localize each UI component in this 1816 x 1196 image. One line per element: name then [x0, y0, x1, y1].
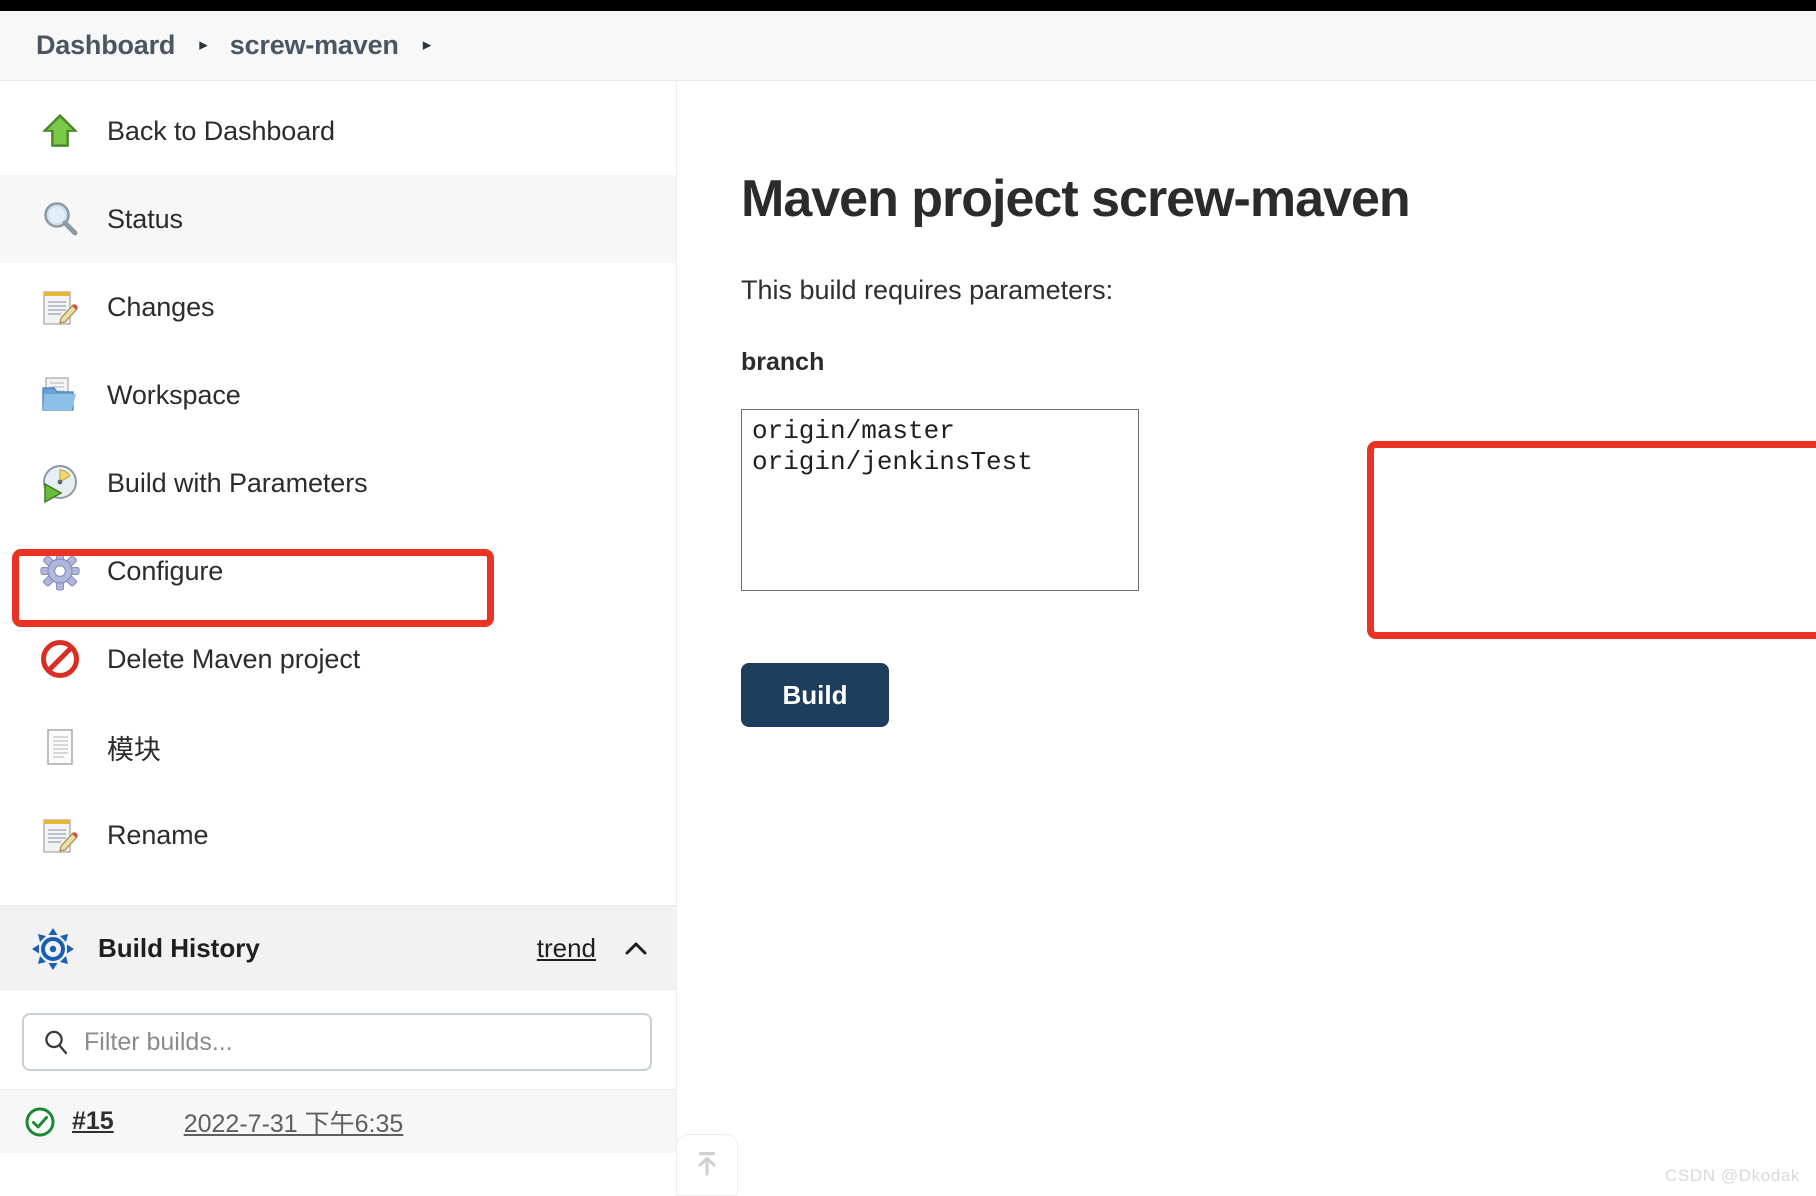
branch-select-listbox[interactable]: origin/master origin/jenkinsTest [741, 409, 1139, 591]
sidebar-item-workspace[interactable]: Workspace [0, 351, 676, 439]
notepad-pencil-icon [38, 813, 82, 857]
build-button[interactable]: Build [741, 663, 889, 727]
breadcrumb-dropdown-icon[interactable]: ▸ [399, 36, 454, 53]
build-history-title: Build History [98, 933, 260, 963]
parameter-block: branch origin/master origin/jenkinsTest [741, 348, 1816, 591]
jenkins-weather-icon [30, 926, 76, 972]
main-content: Maven project screw-maven This build req… [677, 81, 1816, 1196]
sidebar-item-label: Status [107, 203, 183, 234]
build-filter-wrapper [0, 991, 676, 1089]
sidebar-item-label: 模块 [107, 734, 161, 765]
breadcrumb-separator-icon: ▸ [199, 35, 208, 54]
build-history-trend-link[interactable]: trend [537, 933, 596, 964]
sidebar-item-status[interactable]: Status [0, 175, 676, 263]
document-icon [38, 725, 82, 769]
sidebar-item-label: Back to Dashboard [107, 115, 335, 146]
branch-option[interactable]: origin/master [746, 416, 1138, 447]
build-history-header: Build History trend [0, 905, 676, 991]
check-circle-icon [24, 1106, 56, 1138]
sidebar-item-configure[interactable]: Configure [0, 527, 676, 615]
magnifier-icon [38, 197, 82, 241]
sidebar-item-build-with-parameters[interactable]: Build with Parameters [0, 439, 676, 527]
sidebar-item-label: Configure [107, 555, 224, 586]
scroll-to-top-button[interactable] [676, 1134, 738, 1196]
filter-builds-input[interactable] [84, 1027, 632, 1057]
watermark: CSDN @Dkodak [1665, 1166, 1800, 1185]
chevron-up-icon[interactable] [622, 935, 650, 963]
search-icon [42, 1028, 70, 1056]
sidebar-item-label: Rename [107, 819, 209, 850]
no-entry-icon [38, 637, 82, 681]
build-filter-box[interactable] [22, 1013, 652, 1071]
gear-icon [38, 549, 82, 593]
build-history-row[interactable]: #15 2022-7-31 下午6:35 [0, 1089, 676, 1153]
sidebar-item-delete-maven-project[interactable]: Delete Maven project [0, 615, 676, 703]
requires-parameters-text: This build requires parameters: [741, 275, 1114, 305]
sidebar-item-rename[interactable]: Rename [0, 791, 676, 879]
sidebar-item-label: Changes [107, 291, 215, 322]
notepad-pencil-icon [38, 285, 82, 329]
sidebar-item-label: Delete Maven project [107, 643, 361, 674]
breadcrumb: Dashboard ▸ screw-maven ▸ [0, 11, 1816, 81]
sidebar-item-label: Workspace [107, 379, 241, 410]
build-number-link[interactable]: #15 [72, 1107, 114, 1136]
sidebar-item-changes[interactable]: Changes [0, 263, 676, 351]
sidebar-item-back-to-dashboard[interactable]: Back to Dashboard [0, 87, 676, 175]
parameter-label-branch: branch [741, 348, 825, 376]
top-black-bar [0, 0, 1816, 11]
breadcrumb-item-dashboard[interactable]: Dashboard [36, 30, 175, 61]
clock-play-icon [38, 461, 82, 505]
breadcrumb-item-screw-maven[interactable]: screw-maven [230, 30, 399, 61]
task-list: Back to Dashboard Status Changes Workspa… [0, 81, 676, 879]
branch-option[interactable]: origin/jenkinsTest [746, 447, 1138, 478]
sidebar-item-label: Build with Parameters [107, 467, 368, 498]
up-arrow-icon [38, 109, 82, 153]
sidebar: Back to Dashboard Status Changes Workspa… [0, 81, 677, 1196]
sidebar-item-modules[interactable]: 模块 [0, 703, 676, 791]
scroll-to-top-icon [690, 1146, 724, 1185]
page-title: Maven project screw-maven [741, 170, 1411, 228]
build-timestamp-link[interactable]: 2022-7-31 下午6:35 [184, 1104, 404, 1140]
page-body: Back to Dashboard Status Changes Workspa… [0, 81, 1816, 1196]
folder-icon [38, 373, 82, 417]
